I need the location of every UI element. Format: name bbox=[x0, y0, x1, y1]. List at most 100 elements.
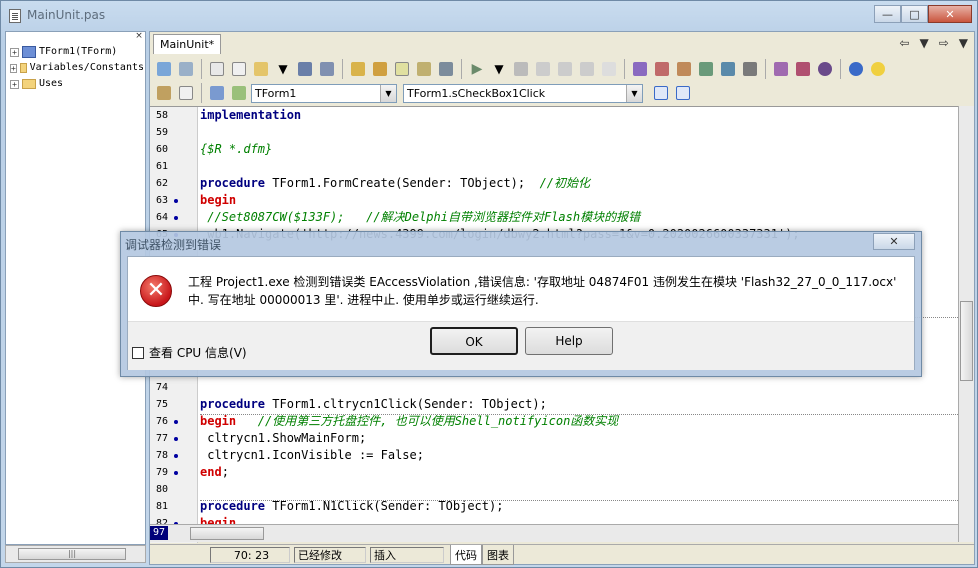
intf-icon[interactable] bbox=[207, 83, 227, 103]
expand-icon[interactable]: + bbox=[10, 79, 19, 89]
code-line[interactable]: 78 cltrycn1.IconVisible := False; bbox=[150, 447, 958, 464]
align-justify-icon[interactable] bbox=[673, 83, 693, 103]
title-bar[interactable]: MainUnit.pas — □ ✕ bbox=[1, 1, 978, 31]
options-icon[interactable] bbox=[436, 59, 456, 79]
tab-code[interactable]: 代码 bbox=[450, 545, 482, 565]
form-selector[interactable]: TForm1 ▼ bbox=[251, 83, 397, 103]
checkbox-box[interactable] bbox=[132, 346, 144, 359]
forward-arrow-icon[interactable]: ⇨ bbox=[939, 36, 949, 50]
code-line[interactable]: 80 bbox=[150, 481, 958, 498]
open-icon[interactable] bbox=[251, 59, 271, 79]
form-selector-value: TForm1 bbox=[255, 86, 297, 100]
dialog-close-button[interactable]: ✕ bbox=[873, 233, 915, 250]
explorer-horizontal-scrollbar[interactable]: ||| bbox=[5, 545, 146, 563]
scrollbar-thumb[interactable] bbox=[190, 527, 264, 540]
code-line[interactable]: 75 procedure TForm1.cltrycn1Click(Sender:… bbox=[150, 396, 958, 413]
close-pane-icon[interactable]: × bbox=[134, 32, 144, 42]
view-cpu-checkbox[interactable]: 查看 CPU 信息(V) bbox=[132, 344, 247, 361]
help-icon[interactable] bbox=[846, 59, 866, 79]
back-arrow-icon[interactable]: ⇦ bbox=[899, 36, 909, 50]
component-list-icon[interactable] bbox=[771, 59, 791, 79]
new-unit-icon[interactable] bbox=[229, 59, 249, 79]
code-line[interactable]: 77 cltrycn1.ShowMainForm; bbox=[150, 430, 958, 447]
scrollbar-thumb[interactable] bbox=[960, 301, 973, 381]
line-number: 64 bbox=[155, 212, 168, 223]
save-icon[interactable] bbox=[295, 59, 315, 79]
error-icon: ✕ bbox=[140, 275, 172, 307]
code-line[interactable]: 64 //Set8087CW($133F); //解决Delphi自带浏览器控件… bbox=[150, 209, 958, 226]
maximize-button[interactable]: □ bbox=[901, 5, 928, 23]
view-units-icon[interactable] bbox=[414, 59, 434, 79]
executable-line-dot-icon[interactable] bbox=[174, 420, 178, 424]
line-number: 58 bbox=[155, 110, 168, 121]
expand-icon[interactable]: + bbox=[10, 63, 17, 73]
impl-icon[interactable] bbox=[229, 83, 249, 103]
ok-button[interactable]: OK bbox=[430, 327, 518, 355]
executable-line-dot-icon[interactable] bbox=[174, 454, 178, 458]
save-all-icon[interactable] bbox=[317, 59, 337, 79]
program-reset-icon[interactable] bbox=[599, 59, 619, 79]
back-icon[interactable] bbox=[154, 83, 174, 103]
tools-icon[interactable] bbox=[696, 59, 716, 79]
executable-line-dot-icon[interactable] bbox=[174, 216, 178, 220]
editor-vertical-scrollbar[interactable] bbox=[958, 106, 974, 542]
run-icon[interactable]: ▶ bbox=[467, 59, 487, 79]
history-dropdown-icon[interactable]: ▼ bbox=[919, 36, 928, 50]
tab-diagram[interactable]: 图表 bbox=[482, 545, 514, 565]
code-line[interactable]: 59 bbox=[150, 124, 958, 141]
database-icon[interactable] bbox=[740, 59, 760, 79]
error-message: 工程 Project1.exe 检测到错误类 EAccessViolation … bbox=[188, 275, 897, 307]
chevron-down-icon[interactable]: ▼ bbox=[626, 84, 642, 102]
expand-icon[interactable]: + bbox=[10, 47, 19, 57]
tip-bulb-icon[interactable] bbox=[868, 59, 888, 79]
component-icon[interactable] bbox=[630, 59, 650, 79]
help-button[interactable]: Help bbox=[525, 327, 613, 355]
method-selector[interactable]: TForm1.sCheckBox1Click ▼ bbox=[403, 83, 643, 103]
puzzle-icon[interactable] bbox=[718, 59, 738, 79]
executable-line-dot-icon[interactable] bbox=[174, 471, 178, 475]
executable-line-dot-icon[interactable] bbox=[174, 437, 178, 441]
open-dropdown-icon[interactable]: ▼ bbox=[273, 59, 293, 79]
code-line[interactable]: 62 procedure TForm1.FormCreate(Sender: TO… bbox=[150, 175, 958, 192]
method-separator bbox=[200, 500, 958, 501]
code-line[interactable]: 58 implementation bbox=[150, 107, 958, 124]
code-line[interactable]: 60 {$R *.dfm} bbox=[150, 141, 958, 158]
scrollbar-thumb[interactable]: ||| bbox=[18, 548, 126, 560]
executable-line-dot-icon[interactable] bbox=[174, 199, 178, 203]
code-token: procedure bbox=[200, 499, 266, 513]
form-icon[interactable] bbox=[154, 59, 174, 79]
folder-icon bbox=[19, 63, 27, 73]
code-explorer-tree: + TForm1(TForm) + Variables/Constants + Uses bbox=[10, 44, 144, 92]
edit-icon[interactable] bbox=[674, 59, 694, 79]
code-line[interactable]: 76 begin //使用第三方托盘控件, 也可以使用Shell_notifyic… bbox=[150, 413, 958, 430]
settings-gear-icon[interactable] bbox=[815, 59, 835, 79]
remove-file-icon[interactable] bbox=[370, 59, 390, 79]
code-line[interactable]: 74 bbox=[150, 379, 958, 396]
editor-horizontal-scrollbar[interactable] bbox=[150, 524, 958, 542]
code-line[interactable]: 61 bbox=[150, 158, 958, 175]
code-line[interactable]: 79 end; bbox=[150, 464, 958, 481]
step-over-icon[interactable] bbox=[555, 59, 575, 79]
line-number: 61 bbox=[155, 161, 168, 172]
tree-item[interactable]: + TForm1(TForm) bbox=[10, 44, 144, 60]
align-left-icon[interactable] bbox=[651, 83, 671, 103]
chevron-down-icon[interactable]: ▼ bbox=[380, 84, 396, 102]
new-icon[interactable] bbox=[207, 59, 227, 79]
unit-icon[interactable] bbox=[176, 59, 196, 79]
add-file-icon[interactable] bbox=[348, 59, 368, 79]
tab-mainunit[interactable]: MainUnit* bbox=[153, 34, 222, 54]
toggle-icon[interactable] bbox=[392, 59, 412, 79]
tree-item[interactable]: + Uses bbox=[10, 76, 144, 92]
run-to-cursor-icon[interactable] bbox=[577, 59, 597, 79]
tree-item[interactable]: + Variables/Constants bbox=[10, 60, 144, 76]
minimize-button[interactable]: — bbox=[874, 5, 901, 23]
pause-icon[interactable] bbox=[511, 59, 531, 79]
forward-dropdown-icon[interactable]: ▼ bbox=[959, 36, 968, 50]
close-button[interactable]: ✕ bbox=[928, 5, 972, 23]
code-line[interactable]: 63 begin bbox=[150, 192, 958, 209]
run-dropdown-icon[interactable]: ▼ bbox=[489, 59, 509, 79]
trace-into-icon[interactable] bbox=[533, 59, 553, 79]
palette-icon[interactable] bbox=[652, 59, 672, 79]
forward-icon[interactable] bbox=[176, 83, 196, 103]
translation-icon[interactable] bbox=[793, 59, 813, 79]
